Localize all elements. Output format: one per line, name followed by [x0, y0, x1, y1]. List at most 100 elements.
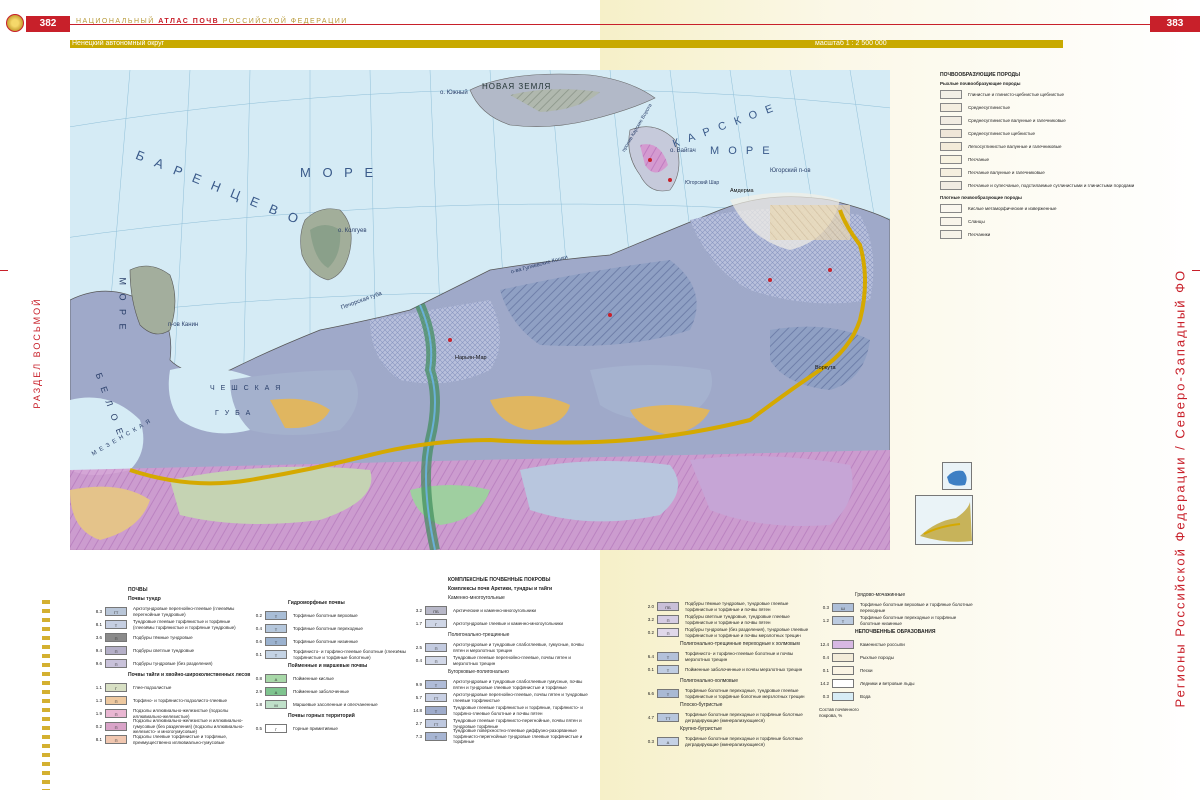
- legend-item-swatch: П: [105, 722, 127, 731]
- legend-composition-note: Состав почвенного покрова, %: [819, 707, 859, 718]
- legend-nonsoil-heading: НЕПОЧВЕННЫЕ ОБРАЗОВАНИЯ: [855, 629, 936, 635]
- legend-item-swatch: П: [425, 656, 447, 665]
- legend-item-percent: 9.4: [95, 648, 102, 653]
- legend-floodplain-list: 0.8 А Пойменные кислые 2.9 А Пойменные заболо…: [248, 672, 408, 711]
- legend-item-swatch: [832, 640, 854, 649]
- label-guba: Г У Б А: [215, 410, 253, 417]
- legend-nonsoil-list: 12.4 Каменистые россыпи 0.4 Рыхлые породы 0.…: [815, 638, 975, 703]
- soil-map-graphic: [70, 70, 890, 550]
- legend-item-label: Арктотундровые перегнойно-глеевые, почвы…: [453, 692, 588, 703]
- legend-complex-covers: КОМПЛЕКСНЫЕ ПОЧВЕННЫЕ ПОКРОВЫ Комплексы …: [408, 575, 588, 744]
- legend-item-percent: 1.8: [255, 702, 262, 707]
- legend-item-swatch: Т: [105, 620, 127, 629]
- label-vorkuta: Воркута: [815, 365, 836, 371]
- parent-rock-label: Глинистые и глинисто-щебнистые щебнистые: [968, 92, 1065, 97]
- legend-item-percent: 0.2: [255, 613, 262, 618]
- legend-item-percent: 8.1: [95, 737, 102, 742]
- label-yugorsky-shar: Югорский Шар: [685, 180, 720, 186]
- legend-item-swatch: ГТ: [425, 693, 447, 702]
- legend-mountain-list: 0.5 Г Горные примитивные: [248, 722, 408, 735]
- parent-rock-item: Песчаники: [940, 228, 1160, 241]
- legend-item-swatch: Г: [105, 683, 127, 692]
- legend-item-percent: 0.4: [415, 658, 422, 663]
- label-naryan-mar: Нарьян-Мар: [455, 355, 487, 361]
- legend-item: 0.3 Вода: [815, 690, 975, 703]
- legend-item-swatch: П: [105, 696, 127, 705]
- legend-mountain-heading: Почвы горных территорий: [288, 713, 355, 719]
- legend-item-percent: 0.4: [822, 655, 829, 660]
- legend-item-percent: 8.1: [95, 622, 102, 627]
- parent-rock-swatch: [940, 103, 962, 112]
- parent-rock-label: Среднесуглинистые: [968, 105, 1010, 110]
- legend-item: 2.5 П Арктотундровые и тундровые слабоглее…: [408, 641, 588, 654]
- legend-item: 0.4 Т Торфяные болотные переходные: [248, 622, 408, 635]
- legend-item-label: Торфяно- и торфянисто-подзолисто-глеевые: [133, 697, 227, 703]
- legend-item-label: Торфянисто- и торфяно-глеевые болотные и…: [685, 651, 794, 662]
- legend-item-percent: 0.6: [255, 639, 262, 644]
- legend-item-label: Тундровые глеевые торфянистые и торфяные…: [453, 705, 583, 716]
- inset-map-location: [942, 462, 972, 490]
- legend-item-percent: 0.1: [255, 652, 262, 657]
- legend-item-percent: 2.9: [255, 689, 262, 694]
- legend-item-percent: 14.8: [413, 708, 422, 713]
- legend-item-label: Пойменные кислые: [293, 675, 334, 681]
- legend-item-swatch: Т: [657, 652, 679, 661]
- legend-item-swatch: М: [265, 700, 287, 709]
- legend-item-percent: 0.3: [822, 605, 829, 610]
- legend-item-label: Подбуры светлые тундровые, тундровые гле…: [685, 614, 790, 625]
- legend-polygonal-hill-heading: Полигонально-холмовые: [680, 678, 739, 684]
- legend-item: 9.6 П Подбуры тундровые (без разделения): [88, 657, 248, 670]
- legend-item-percent: 2.7: [415, 721, 422, 726]
- legend-item: 0.2 Т Торфяные болотные верховые: [248, 609, 408, 622]
- legend-item-swatch: ГТ: [425, 719, 447, 728]
- legend-item-swatch: Т: [657, 689, 679, 698]
- parent-rock-item: Среднесуглинистые: [940, 101, 1160, 114]
- legend-nonsoil: Грядово-мочажинные 0.3 Ш Торфяные болотные…: [815, 590, 975, 718]
- legend-item-label: Торфяные болотные низинные: [293, 638, 358, 644]
- legend-item-percent: 2.5: [415, 645, 422, 650]
- label-amderma: Амдерма: [730, 188, 754, 194]
- legend-item-percent: 1.3: [95, 698, 102, 703]
- parent-rock-swatch: [940, 155, 962, 164]
- legend-item-label: Торфяные болотные переходные и торфяные …: [685, 736, 803, 747]
- legend-item-percent: 9.9: [415, 682, 422, 687]
- legend-item-label: Рыхлые породы: [860, 654, 894, 660]
- legend-item: 3.6 П Подбуры тёмные тундровые: [88, 631, 248, 644]
- legend-item-swatch: П: [657, 615, 679, 624]
- legend-item: 9.4 П Подбуры светлые тундровые: [88, 644, 248, 657]
- parent-rock-swatch: [940, 217, 962, 226]
- legend-item-label: Арктотундровые и тундровые слабоглеевые …: [453, 679, 583, 690]
- header-rule-right: [600, 24, 1150, 25]
- legend-item: 0.3 А Торфяные болотные переходные и торфя…: [640, 735, 815, 748]
- legend-item-label: Вода: [860, 693, 871, 699]
- parent-rocks-list-1: Глинистые и глинисто-щебнистые щебнистые…: [940, 88, 1160, 192]
- legend-item-percent: 0.5: [255, 726, 262, 731]
- decorative-ornament: [42, 600, 50, 790]
- legend-item-percent: 8.3: [95, 609, 102, 614]
- parent-rock-item: Среднесуглинистые валунные и галечниковы…: [940, 114, 1160, 127]
- legend-item-swatch: Г: [265, 724, 287, 733]
- page-number-left: 382: [26, 16, 70, 32]
- legend-item-percent: 0.8: [255, 676, 262, 681]
- legend-item-swatch: Т: [425, 680, 447, 689]
- legend-tundra-list: 8.3 ГТ Арктотундровые перегнойно-глеевые (…: [88, 605, 248, 670]
- legend-taiga-list: 1.1 Г Глее-подзолистые 1.3 П Торфяно- и торфя…: [88, 681, 248, 746]
- region-section-label: Регионы Российской Федерации / Северо-За…: [1170, 269, 1190, 710]
- legend-item-swatch: П: [657, 628, 679, 637]
- legend-item: 3.2 ПБ Арктические и каменно-многоугольник…: [408, 604, 588, 617]
- legend-hydro-heading: Гидроморфные почвы: [288, 600, 345, 606]
- legend-item: 0.4 П Тундровые глеевые перегнойно-глеевые…: [408, 654, 588, 667]
- legend-item-percent: 6.4: [647, 654, 654, 659]
- legend-item-percent: 6.6: [647, 691, 654, 696]
- parent-rock-item: Песчаные валунные и галечниковые: [940, 166, 1160, 179]
- legend-item-label: Арктические и каменно-многоугольники: [453, 607, 537, 613]
- legend-item: 0.2 П Подзолы иллювиально-железистые и илл…: [88, 718, 248, 734]
- legend-item-swatch: [832, 653, 854, 662]
- legend-item-label: Подбуры тёмные тундровые: [133, 634, 193, 640]
- legend-item-percent: 1.9: [95, 711, 102, 716]
- legend-item: 0.1 Т Торфянисто- и торфяно-глеевые болотн…: [248, 648, 408, 661]
- soil-map[interactable]: НОВАЯ ЗЕМЛЯ о. Южный Б А Р Е Н Ц Е В О М…: [70, 70, 890, 550]
- parent-rock-swatch: [940, 168, 962, 177]
- label-beloe-2: М О Р Е: [117, 277, 128, 333]
- legend-item: 1.3 П Торфяно- и торфянисто-подзолисто-гле…: [88, 694, 248, 707]
